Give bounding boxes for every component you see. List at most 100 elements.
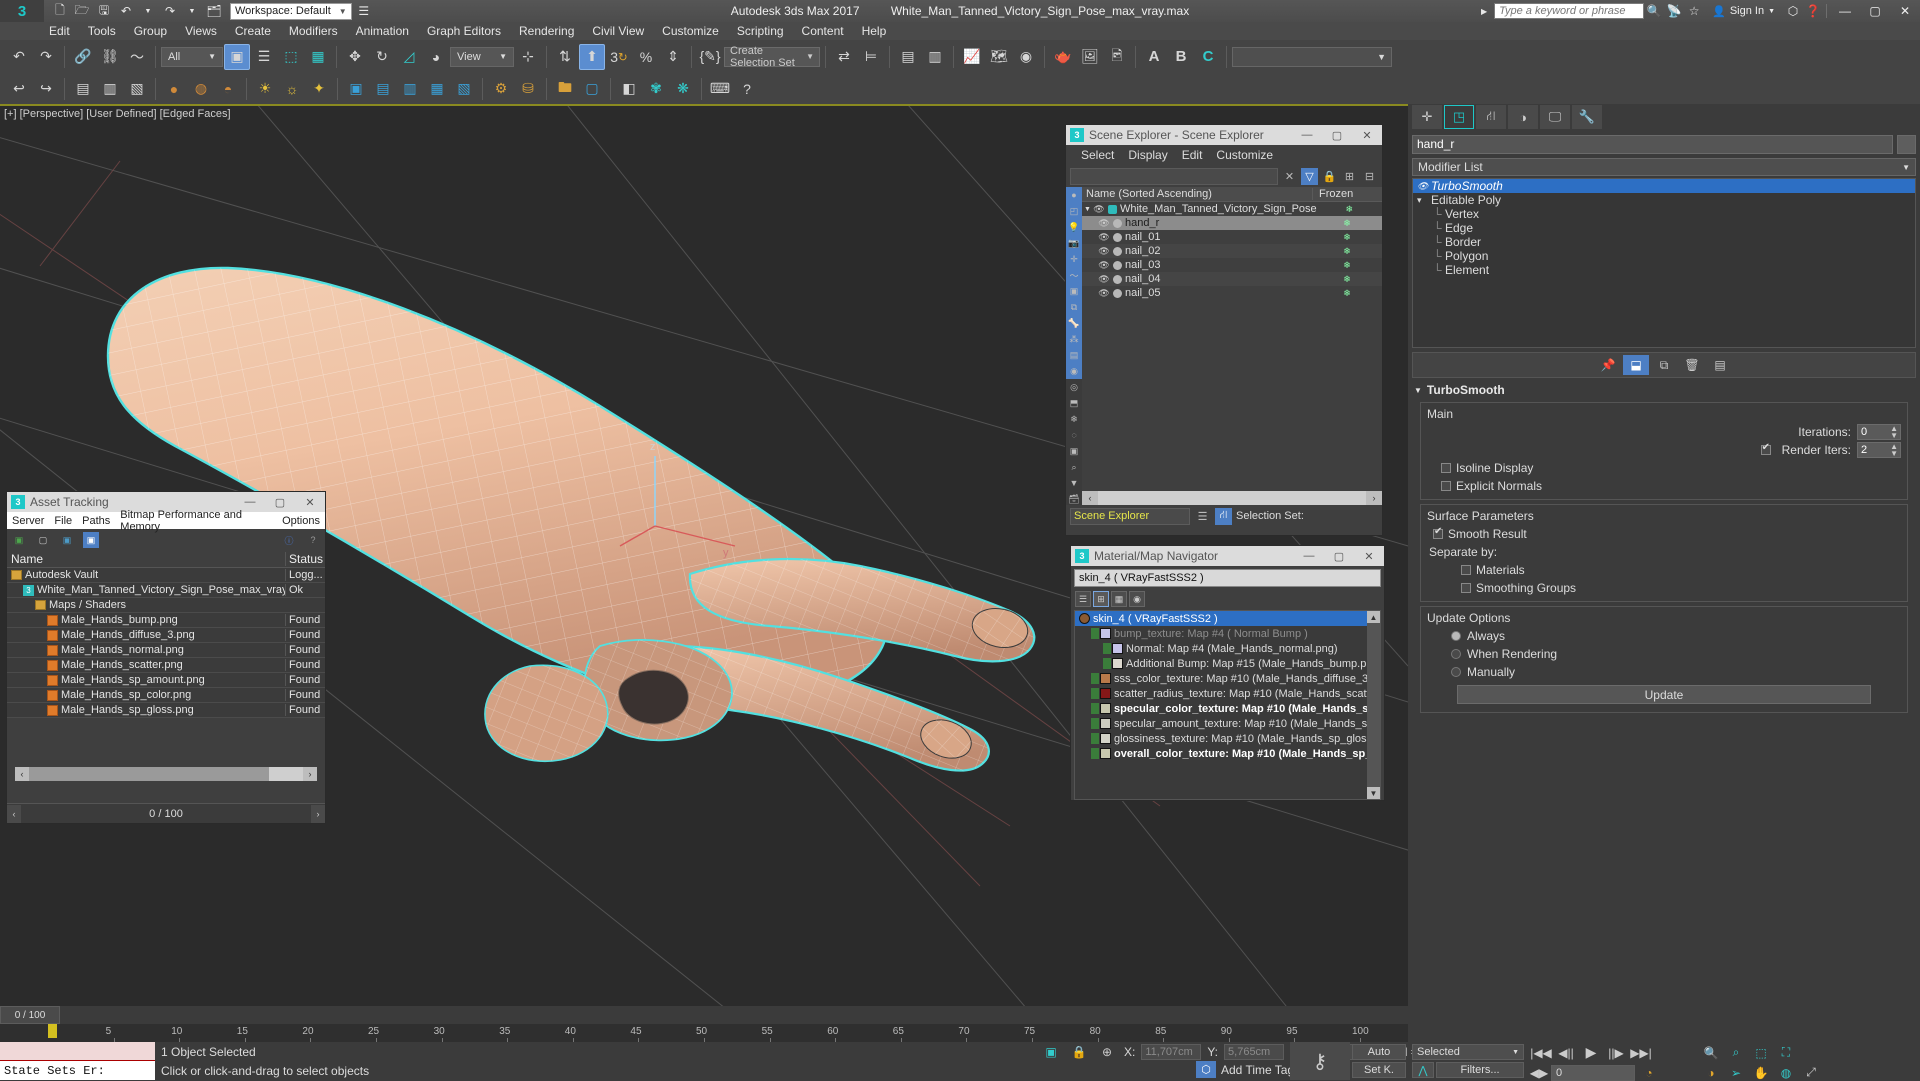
material-tree-row[interactable]: specular_amount_texture: Map #10 (Male_H… — [1075, 716, 1380, 731]
se-menu-select[interactable]: Select — [1074, 148, 1121, 162]
hierarchy-tab[interactable]: ⛙ — [1476, 105, 1506, 129]
filter-cameras-icon[interactable]: 📷 — [1066, 235, 1082, 251]
material-navigator-close[interactable]: ✕ — [1354, 546, 1384, 566]
asset-tracking-row[interactable]: Autodesk VaultLogg... — [7, 568, 325, 583]
modifier-stack-row[interactable]: 👁TurboSmooth — [1413, 179, 1915, 193]
material-tree-row[interactable]: skin_4 ( VRayFastSSS2 ) — [1075, 611, 1380, 626]
time-tag-icon[interactable]: ⬡ — [1196, 1061, 1216, 1078]
at-menu-file[interactable]: File — [49, 515, 77, 527]
asset-tracking-row[interactable]: Male_Hands_bump.pngFound — [7, 613, 325, 628]
redo-icon[interactable]: ↷ — [160, 2, 180, 20]
menu-item-civil-view[interactable]: Civil View — [583, 22, 653, 40]
app-logo-icon[interactable]: 3 — [0, 0, 44, 22]
scene-explorer-row[interactable]: 👁hand_r❄ — [1082, 216, 1382, 230]
communication-center-icon[interactable]: 📡 — [1664, 2, 1684, 20]
hair-fur-icon[interactable]: ❋ — [670, 76, 696, 102]
zoom-icon[interactable]: 🔍 — [1700, 1044, 1722, 1061]
scroll-up-icon[interactable]: ▲ — [1367, 611, 1380, 623]
time-configuration-icon[interactable]: ◔ — [1638, 1064, 1660, 1081]
customize-qat-icon[interactable]: ☰ — [354, 2, 374, 20]
filter-container-icon[interactable]: 🗃 — [1066, 491, 1082, 507]
small-icons-icon[interactable]: ▦ — [1111, 591, 1127, 607]
asset-tracking-row[interactable]: 3White_Man_Tanned_Victory_Sign_Pose_max_… — [7, 583, 325, 598]
render-setup-icon[interactable]: 🫖 — [1050, 44, 1076, 70]
filter-modifiers-icon[interactable]: ⬒ — [1066, 395, 1082, 411]
align-icon[interactable]: ⊨ — [858, 44, 884, 70]
select-and-scale-icon[interactable]: ◿ — [396, 44, 422, 70]
object-color-swatch[interactable] — [1897, 135, 1916, 154]
search-input[interactable]: Type a keyword or phrase — [1494, 3, 1644, 19]
progress-prev-icon[interactable]: ‹ — [7, 805, 21, 823]
max-script-listener-icon[interactable]: ⌨ — [707, 76, 733, 102]
select-similar-icon[interactable]: ▥ — [97, 76, 123, 102]
unlink-selection-icon[interactable]: ⛓ — [97, 44, 123, 70]
scene-explorer-row[interactable]: 👁nail_04❄ — [1082, 272, 1382, 286]
batch-render-icon[interactable]: ▢ — [579, 76, 605, 102]
named-set-field[interactable]: ▼ — [1232, 47, 1392, 67]
sign-in-button[interactable]: 👤 Sign In ▼ — [1704, 5, 1783, 18]
select-invert-icon[interactable]: ▧ — [124, 76, 150, 102]
menu-item-create[interactable]: Create — [226, 22, 280, 40]
vray-renderer-icon[interactable]: ▣ — [343, 76, 369, 102]
smooth-result-checkbox[interactable] — [1433, 529, 1443, 539]
maximize-viewport-icon[interactable]: ⤢ — [1800, 1064, 1822, 1081]
visibility-eye-icon[interactable]: 👁 — [1098, 288, 1110, 299]
update-always-row[interactable]: Always — [1427, 627, 1901, 645]
filter-icon[interactable]: ▽ — [1301, 168, 1318, 185]
material-navigator-titlebar[interactable]: 3 Material/Map Navigator — ▢ ✕ — [1071, 546, 1384, 566]
modifier-stack-row[interactable]: └Border — [1413, 235, 1915, 249]
scene-explorer-close[interactable]: ✕ — [1352, 125, 1382, 145]
light-spot-icon[interactable]: ☼ — [279, 76, 305, 102]
material-tree-row[interactable]: overall_color_texture: Map #10 (Male_Han… — [1075, 746, 1380, 761]
frozen-cell[interactable]: ❄ — [1317, 204, 1382, 215]
select-and-move-icon[interactable]: ✥ — [342, 44, 368, 70]
iterations-spinner[interactable]: 0 ▲▼ — [1857, 424, 1901, 440]
render-iters-checkbox[interactable] — [1761, 445, 1771, 455]
at-menu-options[interactable]: Options — [277, 515, 325, 527]
smoothing-groups-row[interactable]: Smoothing Groups — [1427, 579, 1901, 597]
create-tab[interactable]: ✛ — [1412, 105, 1442, 129]
material-navigator-minimize[interactable]: — — [1294, 546, 1324, 566]
curve-editor-icon[interactable]: 📈 — [959, 44, 985, 70]
menu-item-animation[interactable]: Animation — [347, 22, 418, 40]
visibility-eye-icon[interactable]: 👁 — [1098, 246, 1110, 257]
filters-button[interactable]: Filters... — [1436, 1062, 1524, 1078]
create-selection-set-input[interactable]: Create Selection Set ▼ — [724, 47, 820, 67]
menu-item-edit[interactable]: Edit — [40, 22, 79, 40]
auto-key-big-icon[interactable]: ⚷ — [1290, 1042, 1350, 1080]
motion-tab[interactable]: ◑ — [1508, 105, 1538, 129]
collapse-all-icon[interactable]: ⊟ — [1361, 168, 1378, 185]
scene-explorer-footer-name[interactable]: Scene Explorer — [1070, 508, 1190, 525]
autodesk-exchange-icon[interactable]: ⬡ — [1783, 2, 1803, 20]
workspace-selector[interactable]: Workspace: Default ▼ — [230, 3, 352, 20]
material-map-navigator-window[interactable]: 3 Material/Map Navigator — ▢ ✕ skin_4 ( … — [1070, 545, 1385, 801]
window-crossing-icon[interactable]: ▦ — [305, 44, 331, 70]
update-when-rendering-radio[interactable] — [1451, 649, 1461, 659]
auto-key-button[interactable]: Auto — [1352, 1044, 1406, 1060]
visibility-eye-icon[interactable]: 👁 — [1098, 260, 1110, 271]
select-and-rotate-icon[interactable]: ↻ — [369, 44, 395, 70]
frozen-cell[interactable]: ❄ — [1312, 218, 1382, 229]
play-animation-icon[interactable]: ▶ — [1580, 1044, 1602, 1061]
explicit-normals-row[interactable]: Explicit Normals — [1427, 477, 1901, 495]
scene-explorer-window[interactable]: 3 Scene Explorer - Scene Explorer — ▢ ✕ … — [1065, 124, 1383, 536]
render-shortcut-b-icon[interactable]: ↪ — [33, 76, 59, 102]
rendered-frame-window-icon[interactable]: 🖼 — [1077, 44, 1103, 70]
filter-particles-icon[interactable]: ⁂ — [1066, 331, 1082, 347]
y-coordinate-field[interactable]: 5,765cm — [1224, 1044, 1284, 1060]
pin-stack-icon[interactable]: 📌 — [1595, 355, 1621, 375]
help-topic-icon[interactable]: ? — [734, 76, 760, 102]
scroll-right-icon[interactable]: › — [303, 767, 317, 781]
absolute-relative-mode-icon[interactable]: ⊕ — [1096, 1043, 1118, 1060]
zoom-region-icon[interactable]: ⛶ — [1775, 1044, 1797, 1061]
snaps-toggle-button[interactable]: ⬆ — [579, 44, 605, 70]
remove-modifier-icon[interactable]: 🗑 — [1679, 355, 1705, 375]
lock-icon[interactable]: 🔒 — [1321, 168, 1338, 185]
material-navigator-maximize[interactable]: ▢ — [1324, 546, 1354, 566]
zoom-all-icon[interactable]: ⌕ — [1725, 1044, 1747, 1061]
select-object-alt-icon[interactable]: ▤ — [70, 76, 96, 102]
scroll-left-icon[interactable]: ‹ — [1082, 491, 1098, 505]
frozen-cell[interactable]: ❄ — [1312, 260, 1382, 271]
visibility-eye-icon[interactable]: 👁 — [1098, 218, 1110, 229]
filter-shapes-icon[interactable]: ◰ — [1066, 203, 1082, 219]
